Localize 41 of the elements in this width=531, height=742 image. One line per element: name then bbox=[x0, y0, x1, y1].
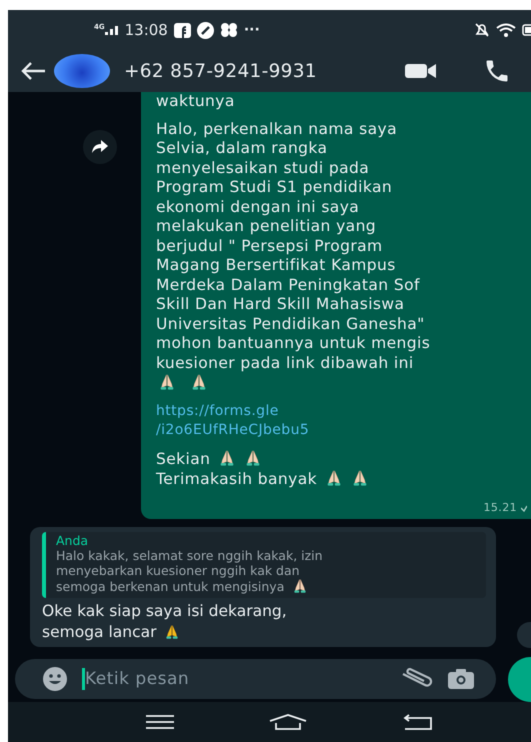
wifi-icon bbox=[496, 23, 516, 37]
forward-arrow-icon bbox=[92, 140, 108, 154]
forward-button[interactable] bbox=[83, 130, 117, 164]
emoji-icon[interactable] bbox=[42, 666, 68, 692]
contact-name[interactable]: +62 857-9241-9931 bbox=[124, 60, 317, 82]
status-time: 13:08 bbox=[124, 21, 168, 39]
bell-off-icon bbox=[474, 22, 490, 38]
app-icon bbox=[220, 22, 238, 38]
praying-hands-icon bbox=[190, 373, 208, 391]
praying-hands-icon bbox=[244, 448, 262, 466]
menu-icon[interactable] bbox=[146, 715, 174, 729]
quote-author: Anda bbox=[56, 533, 90, 548]
praying-hands-icon bbox=[292, 578, 308, 594]
message-text: waktunya bbox=[156, 92, 235, 110]
battery-icon bbox=[522, 24, 531, 36]
more-notifications: ··· bbox=[244, 22, 260, 38]
praying-hands-icon bbox=[218, 448, 236, 466]
signal-icon bbox=[104, 25, 119, 35]
camera-icon[interactable] bbox=[448, 669, 474, 689]
quoted-message[interactable]: Anda Halo kakak, selamat sore nggih kakak, izin menyebarkan kuesioner nggih kak dan semoga berkenan untuk mengisinya bbox=[42, 532, 486, 598]
compass-icon bbox=[196, 22, 214, 38]
praying-hands-icon bbox=[158, 373, 176, 391]
back-arrow-icon[interactable] bbox=[20, 61, 46, 81]
praying-hands-icon bbox=[164, 624, 180, 640]
input-placeholder: Ketik pesan bbox=[85, 669, 190, 689]
message-text: Terimakasih banyak bbox=[156, 470, 317, 488]
home-icon[interactable] bbox=[269, 714, 308, 730]
back-icon[interactable] bbox=[403, 714, 434, 730]
message-text: Sekian bbox=[156, 450, 210, 468]
message-text: semoga lancar bbox=[42, 623, 156, 641]
message-time: 15.21 bbox=[484, 500, 517, 516]
message-text: semoga berkenan untuk mengisinya bbox=[56, 579, 284, 594]
video-call-icon[interactable] bbox=[405, 63, 437, 79]
message-text: Halo, perkenalkan nama saya Selvia, dalam rangka menyelesaikan studi pada Program Studi S1 pendidikan ekonomi dengan ini saya melakukan penelitian yang berjudul " Persepsi Program Magang Bersertifikat Kampus Merdeka Dalam Peningkatan Sof Skill Dan Hard Skill Mahasiswa Universitas Pendidikan Ganesha" mohon bantuannya untuk mengis kuesioner pada link dibawah ini bbox=[156, 120, 430, 372]
facebook-icon bbox=[174, 22, 191, 38]
contact-avatar[interactable] bbox=[54, 54, 110, 88]
message-input[interactable]: Ketik pesan bbox=[15, 659, 496, 699]
message-text: Oke kak siap saya isi dekarang, bbox=[42, 602, 287, 620]
form-link[interactable]: https://forms.gle /i2o6EUfRHeCJbebu5 bbox=[156, 402, 310, 440]
praying-hands-icon bbox=[351, 469, 369, 487]
praying-hands-icon bbox=[325, 469, 343, 487]
